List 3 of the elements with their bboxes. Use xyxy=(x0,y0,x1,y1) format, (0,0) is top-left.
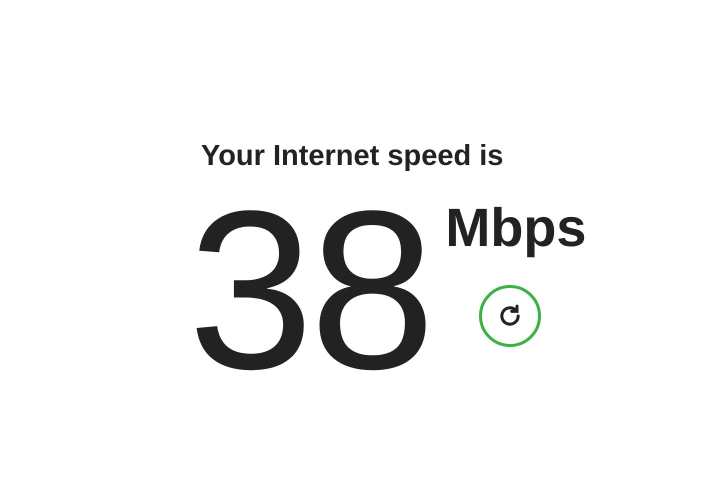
speed-value: 38 xyxy=(188,177,432,403)
speed-heading: Your Internet speed is xyxy=(201,140,504,173)
speed-unit: Mbps xyxy=(445,197,586,259)
